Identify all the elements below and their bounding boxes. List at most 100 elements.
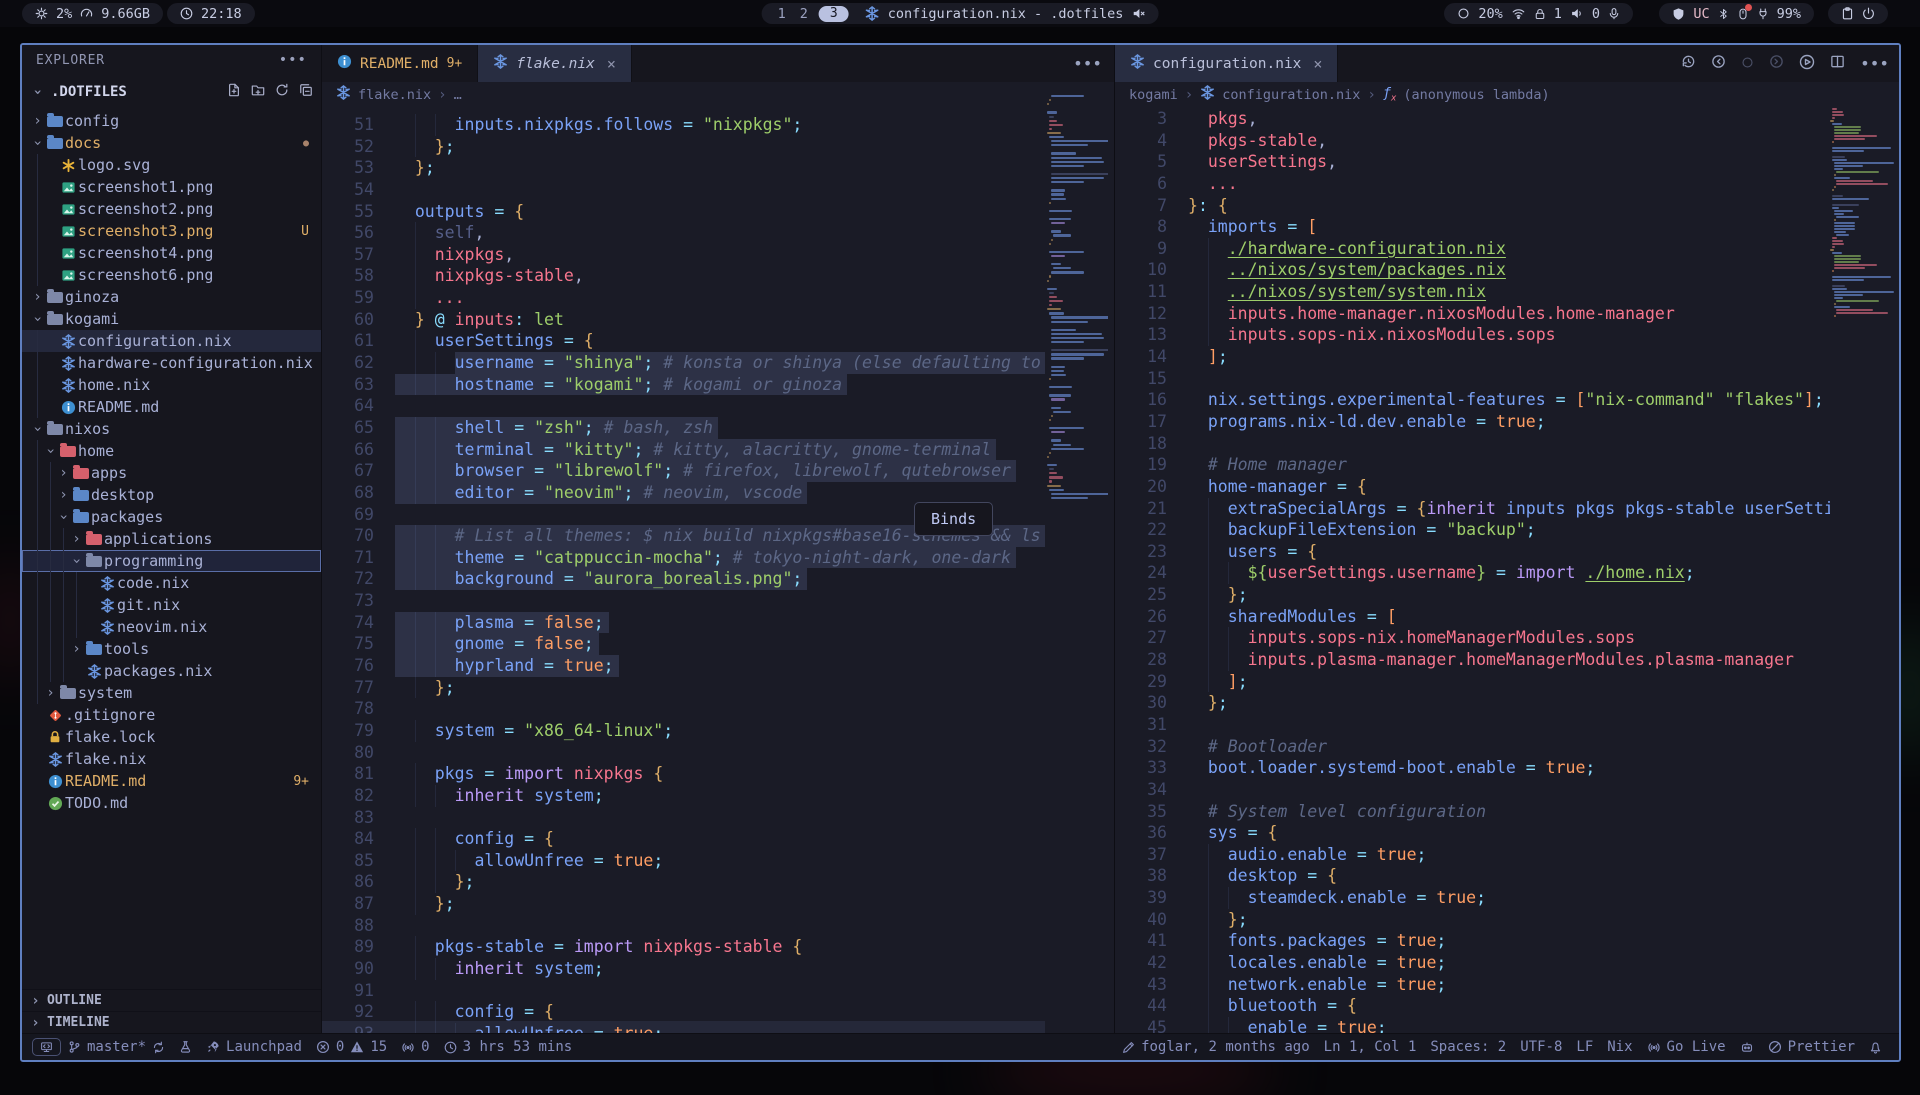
chevron-down-icon[interactable]: › <box>56 510 72 525</box>
code-line-65[interactable]: 65 shell = "zsh"; # bash, zsh <box>322 417 1045 439</box>
speaker-muted-icon[interactable] <box>1131 7 1145 20</box>
tree-item-neovim.nix[interactable]: neovim.nix <box>22 616 321 638</box>
line-number[interactable]: 86 <box>322 871 374 893</box>
tree-item-ginoza[interactable]: ›ginoza <box>22 286 321 308</box>
code-line-84[interactable]: 84 config = { <box>322 828 1045 850</box>
indentation-button[interactable]: Spaces: 2 <box>1423 1039 1513 1055</box>
tree-item-applications[interactable]: ›applications <box>22 528 321 550</box>
line-number[interactable]: 32 <box>1115 736 1167 758</box>
line-number[interactable]: 30 <box>1115 692 1167 714</box>
code-line-12[interactable]: 12 inputs.home-manager.nixosModules.home… <box>1115 303 1830 325</box>
line-number[interactable]: 33 <box>1115 757 1167 779</box>
code-line-67[interactable]: 67 browser = "librewolf"; # firefox, lib… <box>322 460 1045 482</box>
line-number[interactable]: 84 <box>322 828 374 850</box>
code-line-9[interactable]: 9 ./hardware-configuration.nix <box>1115 238 1830 260</box>
line-number[interactable]: 72 <box>322 568 374 590</box>
close-icon[interactable]: × <box>1313 55 1322 73</box>
line-number[interactable]: 29 <box>1115 671 1167 693</box>
code-line-68[interactable]: 68 editor = "neovim"; # neovim, vscode <box>322 482 1045 504</box>
line-number[interactable]: 34 <box>1115 779 1167 801</box>
line-number[interactable]: 24 <box>1115 562 1167 584</box>
code-line-58[interactable]: 58 nixpkgs-stable, <box>322 265 1045 287</box>
code-line-24[interactable]: 24 ${userSettings.username} = import ./h… <box>1115 562 1830 584</box>
chevron-down-icon[interactable]: › <box>30 312 46 327</box>
left-minimap[interactable] <box>1045 45 1108 1033</box>
code-line-75[interactable]: 75 gnome = false; <box>322 633 1045 655</box>
line-number[interactable]: 61 <box>322 330 374 352</box>
line-number[interactable]: 60 <box>322 309 374 331</box>
code-line-35[interactable]: 35 # System level configuration <box>1115 801 1830 823</box>
code-line-73[interactable]: 73 <box>322 590 1045 612</box>
code-line-34[interactable]: 34 <box>1115 779 1830 801</box>
mouse-icon[interactable] <box>1737 7 1749 21</box>
line-number[interactable]: 19 <box>1115 454 1167 476</box>
chevron-down-icon[interactable]: › <box>69 554 85 569</box>
tree-item-desktop[interactable]: ›desktop <box>22 484 321 506</box>
line-number[interactable]: 36 <box>1115 822 1167 844</box>
line-number[interactable]: 64 <box>322 395 374 417</box>
tree-item-home.nix[interactable]: home.nix <box>22 374 321 396</box>
code-line-39[interactable]: 39 steamdeck.enable = true; <box>1115 887 1830 909</box>
tree-item-hardware-configuration.nix[interactable]: hardware-configuration.nix <box>22 352 321 374</box>
tree-item-system[interactable]: ›system <box>22 682 321 704</box>
code-line-80[interactable]: 80 <box>322 742 1045 764</box>
code-line-5[interactable]: 5 userSettings, <box>1115 151 1830 173</box>
code-line-32[interactable]: 32 # Bootloader <box>1115 736 1830 758</box>
code-line-44[interactable]: 44 bluetooth = { <box>1115 995 1830 1017</box>
explorer-more-actions-icon[interactable]: ••• <box>279 52 307 68</box>
tree-item-.gitignore[interactable]: .gitignore <box>22 704 321 726</box>
close-icon[interactable]: × <box>607 55 616 73</box>
microphone-icon[interactable] <box>1608 7 1620 20</box>
tree-item-code.nix[interactable]: code.nix <box>22 572 321 594</box>
code-line-21[interactable]: 21 extraSpecialArgs = {inherit inputs pk… <box>1115 498 1830 520</box>
language-mode-button[interactable]: Nix <box>1600 1039 1639 1055</box>
workspace-3-active[interactable]: 3 <box>819 6 849 22</box>
line-number[interactable]: 82 <box>322 785 374 807</box>
tree-item-packages[interactable]: ›packages <box>22 506 321 528</box>
line-number[interactable]: 23 <box>1115 541 1167 563</box>
line-number[interactable]: 71 <box>322 547 374 569</box>
code-line-4[interactable]: 4 pkgs-stable, <box>1115 130 1830 152</box>
code-line-17[interactable]: 17 programs.nix-ld.dev.enable = true; <box>1115 411 1830 433</box>
line-number[interactable]: 88 <box>322 915 374 937</box>
code-line-52[interactable]: 52 }; <box>322 136 1045 158</box>
line-number[interactable]: 76 <box>322 655 374 677</box>
code-line-87[interactable]: 87 }; <box>322 893 1045 915</box>
launchpad-button[interactable]: Launchpad <box>199 1039 309 1055</box>
chevron-right-icon[interactable]: › <box>69 641 84 657</box>
code-line-20[interactable]: 20 home-manager = { <box>1115 476 1830 498</box>
line-number[interactable]: 67 <box>322 460 374 482</box>
line-number[interactable]: 51 <box>322 114 374 136</box>
code-line-33[interactable]: 33 boot.loader.systemd-boot.enable = tru… <box>1115 757 1830 779</box>
code-line-79[interactable]: 79 system = "x86_64-linux"; <box>322 720 1045 742</box>
power-icon[interactable] <box>1862 7 1875 20</box>
problems-button[interactable]: 0 15 <box>309 1039 394 1055</box>
code-line-64[interactable]: 64 <box>322 395 1045 417</box>
tree-item-readme.md[interactable]: README.md9+ <box>22 770 321 792</box>
tree-item-tools[interactable]: ›tools <box>22 638 321 660</box>
ports-button[interactable]: 0 <box>394 1039 436 1055</box>
code-line-57[interactable]: 57 nixpkgs, <box>322 244 1045 266</box>
line-number[interactable]: 92 <box>322 1001 374 1023</box>
code-line-38[interactable]: 38 desktop = { <box>1115 865 1830 887</box>
code-line-51[interactable]: 51 inputs.nixpkgs.follows = "nixpkgs"; <box>322 114 1045 136</box>
line-number[interactable]: 26 <box>1115 606 1167 628</box>
code-line-78[interactable]: 78 <box>322 698 1045 720</box>
code-line-29[interactable]: 29 ]; <box>1115 671 1830 693</box>
breadcrumb-tail[interactable]: … <box>454 87 462 103</box>
remote-window-button[interactable] <box>32 1038 61 1056</box>
go-live-button[interactable]: Go Live <box>1640 1039 1733 1055</box>
breadcrumb-folder[interactable]: kogami <box>1129 87 1178 103</box>
code-line-92[interactable]: 92 config = { <box>322 1001 1045 1023</box>
refresh-icon[interactable] <box>275 83 289 101</box>
code-line-16[interactable]: 16 nix.settings.experimental-features = … <box>1115 389 1830 411</box>
line-number[interactable]: 12 <box>1115 303 1167 325</box>
code-line-15[interactable]: 15 <box>1115 368 1830 390</box>
line-number[interactable]: 75 <box>322 633 374 655</box>
code-line-6[interactable]: 6 ... <box>1115 173 1830 195</box>
time-tracker-button[interactable]: 3 hrs 53 mins <box>437 1039 580 1055</box>
line-number[interactable]: 58 <box>322 265 374 287</box>
line-number[interactable]: 57 <box>322 244 374 266</box>
line-number[interactable]: 18 <box>1115 433 1167 455</box>
code-line-25[interactable]: 25 }; <box>1115 584 1830 606</box>
